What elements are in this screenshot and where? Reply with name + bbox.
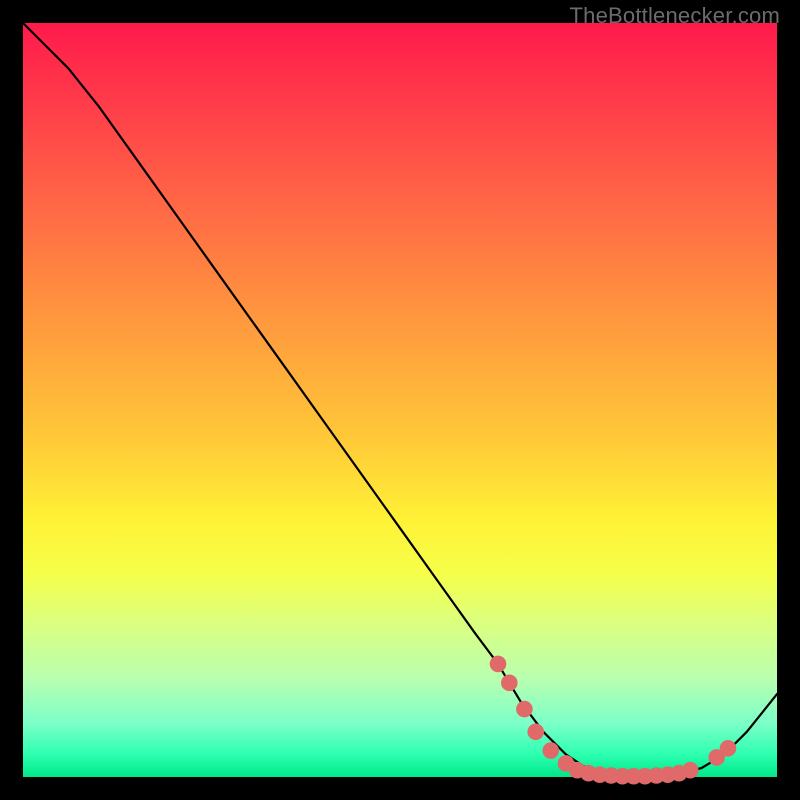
marker-dot — [527, 724, 544, 741]
plot-area — [23, 23, 777, 777]
curve-markers — [490, 656, 737, 785]
marker-dot — [490, 656, 507, 673]
watermark-text: TheBottlenecker.com — [570, 3, 780, 29]
chart-svg — [23, 23, 777, 777]
marker-dot — [543, 742, 560, 759]
curve-line — [23, 23, 777, 777]
marker-dot — [501, 675, 518, 692]
marker-dot — [516, 701, 533, 718]
marker-dot — [682, 762, 699, 779]
marker-dot — [720, 740, 737, 757]
chart-frame: TheBottlenecker.com — [0, 0, 800, 800]
